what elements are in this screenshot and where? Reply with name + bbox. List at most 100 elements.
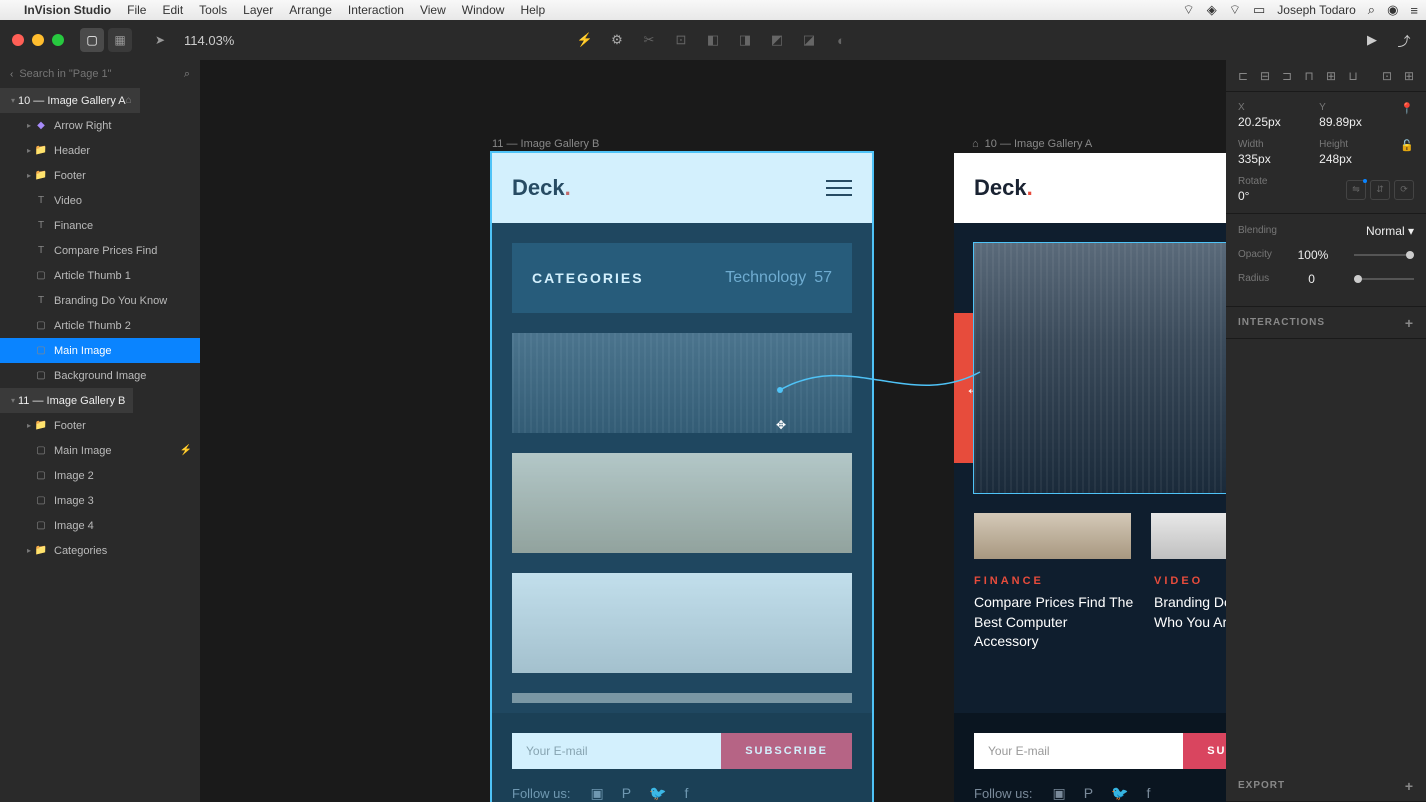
blending-dropdown[interactable]: Normal ▾ [1366,224,1414,238]
zoom-level[interactable]: 114.03% [184,33,234,48]
camera-icon[interactable]: ⌔ [1183,2,1195,18]
width-value[interactable]: 335px [1238,152,1299,166]
align-right-icon[interactable]: ⊐ [1280,69,1294,83]
interaction-icon[interactable]: ⚡ [575,30,595,50]
artboard-label-b[interactable]: 11 — Image Gallery B [492,138,599,150]
menu-arrange[interactable]: Arrange [289,3,332,17]
radius-slider[interactable] [1354,278,1414,280]
mask-2-icon[interactable]: ◨ [735,30,755,50]
pinterest-icon[interactable]: P [622,785,631,802]
layer-row[interactable]: ▢Main Image [0,338,200,363]
subscribe-button[interactable]: SUBSCRIBE [721,733,852,769]
facebook-icon[interactable]: f [685,785,689,802]
pinterest-icon[interactable]: P [1084,785,1093,802]
pin-icon[interactable]: 📍 [1400,102,1414,129]
layer-row[interactable]: ▾11 — Image Gallery B [0,388,133,413]
instagram-icon[interactable]: ▣ [1053,785,1066,802]
menu-view[interactable]: View [420,3,446,17]
canvas[interactable]: 11 — Image Gallery B ⌂10 — Image Gallery… [200,60,1226,802]
scissors-icon[interactable]: ✂ [639,30,659,50]
layer-row[interactable]: ▢Article Thumb 1 [0,263,200,288]
rotate-value[interactable]: 0° [1238,189,1346,203]
instagram-icon[interactable]: ▣ [591,785,604,802]
menu-edit[interactable]: Edit [162,3,183,17]
align-top-icon[interactable]: ⊓ [1302,69,1316,83]
subscribe-button[interactable]: SUBSCRIBE [1183,733,1226,769]
search-input[interactable] [19,68,177,80]
menu-help[interactable]: Help [520,3,545,17]
rotate-button[interactable]: ⟳ [1394,180,1414,200]
layer-row[interactable]: TBranding Do You Know [0,288,200,313]
maximize-window[interactable] [52,34,64,46]
display-icon[interactable]: ▭ [1253,2,1265,18]
layers-view-button[interactable]: ▢ [80,28,104,52]
mask-4-icon[interactable]: ◪ [799,30,819,50]
menu-interaction[interactable]: Interaction [348,3,404,17]
align-hcenter-icon[interactable]: ⊟ [1258,69,1272,83]
lock-icon[interactable]: 🔓 [1400,139,1414,166]
menu-window[interactable]: Window [462,3,505,17]
dropbox-icon[interactable]: ◈ [1207,2,1217,18]
selection-tool[interactable]: ➤ [148,28,172,52]
layer-row[interactable]: ▢Article Thumb 2 [0,313,200,338]
height-value[interactable]: 248px [1319,152,1380,166]
export-section[interactable]: EXPORT + [1226,770,1426,802]
menu-icon[interactable]: ≡ [1410,3,1418,18]
flip-v-button[interactable]: ⇵ [1370,180,1390,200]
main-image[interactable] [974,243,1226,493]
menu-layer[interactable]: Layer [243,3,273,17]
contrast-icon[interactable]: ◐ [831,30,851,50]
layer-row[interactable]: ▸📁Header [0,138,200,163]
x-value[interactable]: 20.25px [1238,115,1299,129]
layer-row[interactable]: TVideo [0,188,200,213]
layer-row[interactable]: ▢Image 2 [0,463,200,488]
image-2-thumb[interactable] [512,453,852,553]
distribute-2-icon[interactable]: ⊞ [1402,69,1416,83]
hamburger-icon[interactable] [826,180,852,196]
layer-row[interactable]: ▢Background Image [0,363,200,388]
layer-row[interactable]: ▸📁Footer [0,163,200,188]
flip-h-button[interactable]: ⇋ [1346,180,1366,200]
artboard-label-a[interactable]: ⌂10 — Image Gallery A [972,138,1092,150]
layer-row[interactable]: ▸📁Footer [0,413,200,438]
layer-row[interactable]: ▢Image 4 [0,513,200,538]
crop-icon[interactable]: ⊡ [671,30,691,50]
main-image-thumb[interactable] [512,333,852,433]
interactions-section[interactable]: INTERACTIONS + [1226,307,1426,339]
article-video[interactable]: VIDEO Branding Do You Know Who You Are [1154,575,1226,652]
align-bottom-icon[interactable]: ⊔ [1346,69,1360,83]
spotlight-icon[interactable]: ⌕ [1368,2,1375,18]
menu-file[interactable]: File [127,3,146,17]
artboard-gallery-b[interactable]: Deck. CATEGORIES Technology57 Your E-mai… [492,153,872,802]
email-input[interactable]: Your E-mail [512,733,721,769]
categories-bar[interactable]: CATEGORIES Technology57 [512,243,852,313]
artboard-gallery-a[interactable]: Deck. ← → FINANCE Compare Prices Find Th… [954,153,1226,802]
layer-row[interactable]: ▸◆Arrow Right [0,113,200,138]
username[interactable]: Joseph Todaro [1277,3,1356,17]
align-vcenter-icon[interactable]: ⊞ [1324,69,1338,83]
siri-icon[interactable]: ◉ [1387,2,1398,18]
align-left-icon[interactable]: ⊏ [1236,69,1250,83]
article-finance[interactable]: FINANCE Compare Prices Find The Best Com… [974,575,1134,652]
layer-row[interactable]: ▾10 — Image Gallery A⌂ [0,88,140,113]
settings-icon[interactable]: ⚙ [607,30,627,50]
back-icon[interactable]: ‹ [10,69,13,80]
article-thumb-2[interactable] [1151,513,1226,559]
layer-row[interactable]: ▢Main Image⚡ [0,438,200,463]
add-interaction-icon[interactable]: + [1405,315,1414,331]
email-input[interactable]: Your E-mail [974,733,1183,769]
search-icon[interactable]: ⌕ [184,68,190,81]
opacity-value[interactable]: 100% [1298,248,1329,262]
twitter-icon[interactable]: 🐦 [1111,785,1128,802]
y-value[interactable]: 89.89px [1319,115,1380,129]
add-export-icon[interactable]: + [1405,778,1414,794]
layer-row[interactable]: TCompare Prices Find [0,238,200,263]
facebook-icon[interactable]: f [1147,785,1151,802]
radius-value[interactable]: 0 [1308,272,1315,286]
layer-row[interactable]: TFinance [0,213,200,238]
minimize-window[interactable] [32,34,44,46]
mask-3-icon[interactable]: ◩ [767,30,787,50]
app-name[interactable]: InVision Studio [24,3,111,17]
distribute-icon[interactable]: ⊡ [1380,69,1394,83]
article-thumb-1[interactable] [974,513,1131,559]
